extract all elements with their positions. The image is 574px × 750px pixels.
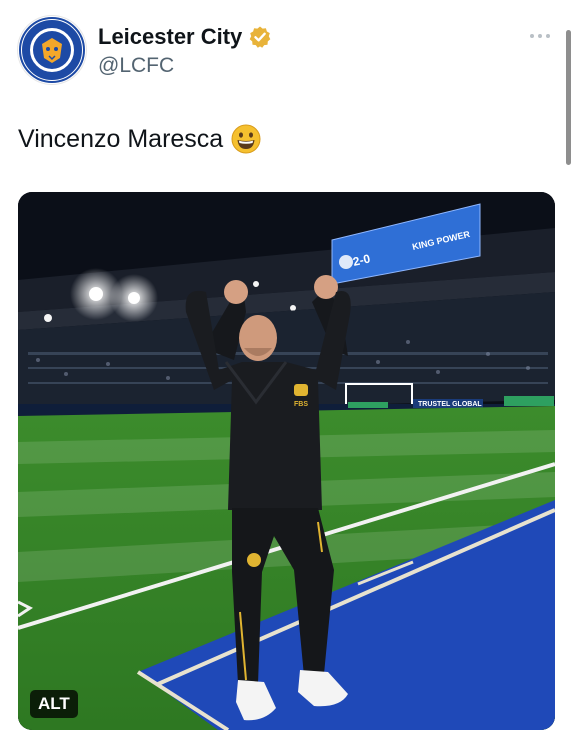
more-options-button[interactable] bbox=[528, 24, 552, 45]
tweet-body: Vincenzo Maresca bbox=[18, 124, 224, 153]
verified-badge-icon bbox=[248, 25, 272, 49]
grinning-face-emoji-icon bbox=[231, 124, 261, 154]
author-avatar[interactable] bbox=[18, 16, 86, 84]
alt-text-button[interactable]: ALT bbox=[30, 690, 78, 718]
author-handle[interactable]: @LCFC bbox=[98, 54, 174, 78]
kit-text: FBS bbox=[294, 401, 308, 408]
leicester-city-crest-icon bbox=[19, 17, 85, 83]
stadium-celebration-photo: 2-0 KING POWER TRUSTEL GLOBAL FBS bbox=[18, 192, 555, 730]
author-name-row: Leicester City bbox=[98, 24, 272, 50]
scrollbar[interactable] bbox=[566, 30, 571, 165]
tweet-text: Vincenzo Maresca bbox=[18, 124, 261, 154]
ellipsis-icon bbox=[530, 34, 550, 38]
tweet-media-photo[interactable]: 2-0 KING POWER TRUSTEL GLOBAL FBS ALT bbox=[18, 192, 555, 730]
author-display-name[interactable]: Leicester City bbox=[98, 24, 242, 50]
tweet-header: Leicester City @LCFC bbox=[18, 16, 558, 88]
left-fist bbox=[224, 280, 248, 304]
ad-board-text: TRUSTEL GLOBAL bbox=[418, 401, 482, 408]
right-fist bbox=[314, 275, 338, 299]
